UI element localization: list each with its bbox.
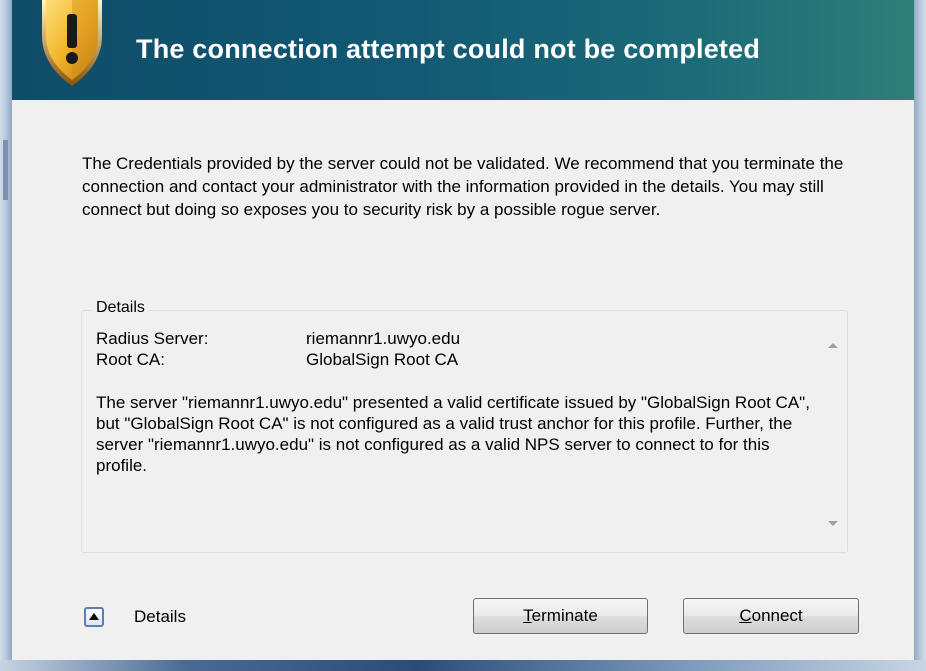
detail-value: GlobalSign Root CA xyxy=(306,350,459,369)
details-scrollbar[interactable] xyxy=(824,328,844,546)
detail-value: riemannr1.uwyo.edu xyxy=(306,329,461,348)
terminate-label: erminate xyxy=(531,606,598,625)
dialog-header: The connection attempt could not be comp… xyxy=(12,0,914,100)
dialog-title: The connection attempt could not be comp… xyxy=(136,34,761,64)
details-explanation: The server "riemannr1.uwyo.edu" presente… xyxy=(96,393,810,475)
detail-key: Root CA: xyxy=(96,350,165,369)
scroll-down-arrow-icon[interactable] xyxy=(828,521,838,526)
detail-row-radius-server: Radius Server: riemannr1.uwyo.edu xyxy=(96,328,824,349)
error-message: The Credentials provided by the server c… xyxy=(82,154,844,219)
frame-streak xyxy=(3,140,8,200)
scroll-up-arrow-icon[interactable] xyxy=(828,343,838,348)
details-toggle-button[interactable] xyxy=(84,607,104,627)
detail-row-root-ca: Root CA: GlobalSign Root CA xyxy=(96,349,824,370)
detail-key: Radius Server: xyxy=(96,329,209,348)
connect-label: onnect xyxy=(751,606,803,625)
window-frame-left-edge xyxy=(0,0,12,671)
details-groupbox-legend: Details xyxy=(92,299,149,317)
connect-mnemonic: C xyxy=(739,606,752,625)
terminate-mnemonic: T xyxy=(523,606,532,625)
warning-shield-icon xyxy=(42,0,102,86)
details-text-area[interactable]: Radius Server: riemannr1.uwyo.edu Root C… xyxy=(96,328,824,546)
window-frame-right-edge xyxy=(914,0,926,671)
collapse-arrow-icon xyxy=(89,613,99,620)
details-toggle-label[interactable]: Details xyxy=(134,607,186,627)
terminate-button[interactable]: Terminate xyxy=(473,598,648,634)
window-frame-bottom-edge xyxy=(0,660,926,671)
connection-error-dialog: The connection attempt could not be comp… xyxy=(12,0,914,660)
connect-button[interactable]: Connect xyxy=(683,598,859,634)
